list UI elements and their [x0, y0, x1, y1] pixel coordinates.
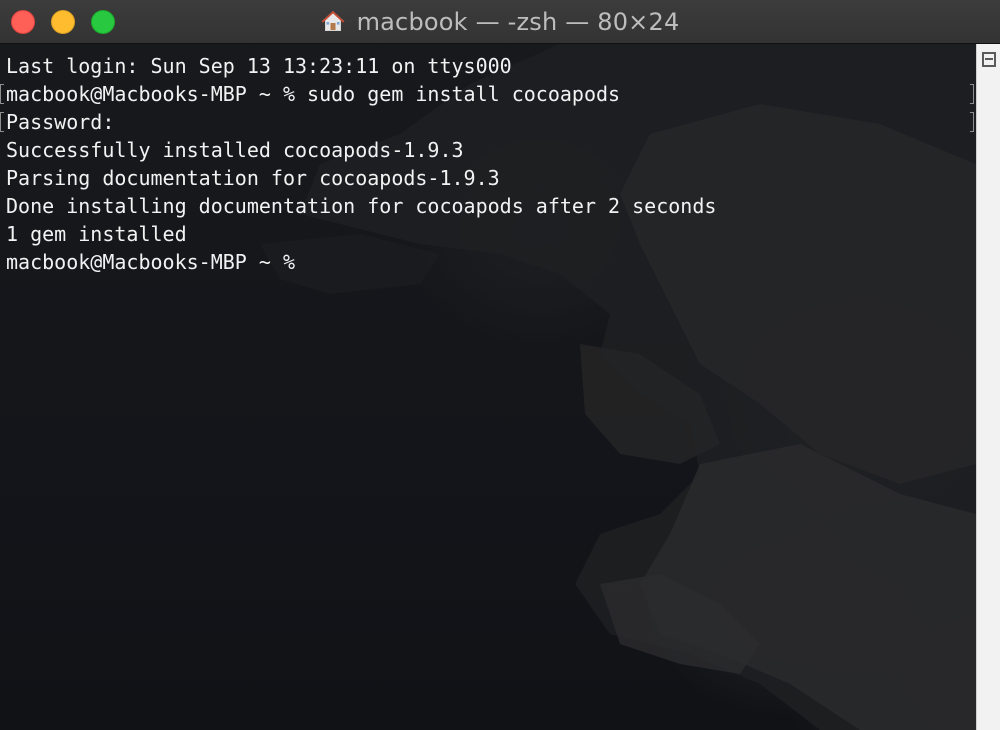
terminal-line: Password: — [0, 108, 976, 136]
terminal-content[interactable]: Last login: Sun Sep 13 13:23:11 on ttys0… — [0, 44, 976, 730]
terminal-line-text: Done installing documentation for cocoap… — [6, 194, 717, 218]
terminal-line: Last login: Sun Sep 13 13:23:11 on ttys0… — [0, 52, 976, 80]
scrollbar[interactable] — [976, 44, 1000, 730]
title-bar[interactable]: macbook — -zsh — 80×24 — [0, 0, 1000, 44]
command-mark-right — [970, 112, 974, 132]
split-pane-icon[interactable] — [982, 52, 996, 67]
terminal-line-text: macbook@Macbooks-MBP ~ % sudo gem instal… — [6, 82, 621, 106]
terminal-line: Successfully installed cocoapods-1.9.3 — [0, 136, 976, 164]
home-folder-icon — [321, 11, 345, 31]
terminal-output[interactable]: Last login: Sun Sep 13 13:23:11 on ttys0… — [0, 52, 976, 276]
terminal-line-text: Successfully installed cocoapods-1.9.3 — [6, 138, 464, 162]
terminal-line-text: Last login: Sun Sep 13 13:23:11 on ttys0… — [6, 54, 512, 78]
terminal-line-text: 1 gem installed — [6, 222, 187, 246]
command-mark-right — [970, 84, 974, 104]
terminal-line: macbook@Macbooks-MBP ~ % sudo gem instal… — [0, 80, 976, 108]
terminal-prompt-line[interactable]: macbook@Macbooks-MBP ~ % — [0, 248, 976, 276]
terminal-line: Done installing documentation for cocoap… — [0, 192, 976, 220]
close-button[interactable] — [11, 10, 35, 34]
minimize-button[interactable] — [51, 10, 75, 34]
zoom-button[interactable] — [91, 10, 115, 34]
command-mark-left — [0, 112, 4, 132]
terminal-line: 1 gem installed — [0, 220, 976, 248]
command-mark-left — [0, 84, 4, 104]
window-title: macbook — -zsh — 80×24 — [356, 8, 680, 36]
terminal-prompt: macbook@Macbooks-MBP ~ % — [6, 250, 308, 274]
window-title-group: macbook — -zsh — 80×24 — [0, 0, 1000, 44]
terminal-line-text: Parsing documentation for cocoapods-1.9.… — [6, 166, 500, 190]
terminal-line-text: Password: — [6, 110, 115, 134]
terminal-window: macbook — -zsh — 80×24 Last login: Sun S… — [0, 0, 1000, 730]
terminal-line: Parsing documentation for cocoapods-1.9.… — [0, 164, 976, 192]
